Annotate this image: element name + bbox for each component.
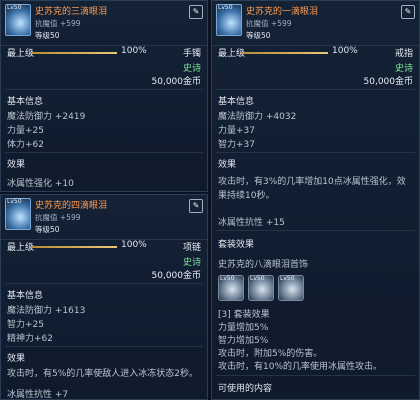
frost-tear-icon: Lv50 [5,4,31,36]
basic-info-title: 基本信息 [218,97,255,107]
set-slot-level: Lv50 [250,275,265,282]
item-type: 戒指 [394,49,413,59]
max-level-label: 最上级 [7,49,35,59]
stat-line: 力量+37 [218,126,255,136]
set-slot-level: Lv50 [220,275,235,282]
item-rarity: 史诗 [182,258,201,268]
level-row: 最上级 100% 戒指 [212,46,419,60]
item-header: Lv50 史苏克的一滴眼泪 抗魔值 +599 等级50 ✎ [212,1,419,46]
item-grade: 等级50 [35,31,60,40]
set-slot-icon[interactable]: Lv50 [248,275,274,301]
level-row: 最上级 100% 项链 [1,240,207,254]
item-price: 50,000金币 [363,77,414,87]
item-name: 史苏克的一滴眼泪 [246,7,319,17]
divider [216,152,415,153]
max-level-label: 最上级 [7,243,35,253]
max-level-percent: 100% [121,46,147,56]
level-progress-fill [31,246,117,248]
set-effect-line: 攻击时，附加5%的伤害。 [218,349,323,359]
level-row: 最上级 100% 手镯 [1,46,207,60]
basic-info-title: 基本信息 [7,291,44,301]
max-level-label: 最上级 [218,49,246,59]
set-effect-line: 攻击时，有10%的几率使用冰属性攻击。 [218,362,383,372]
tooltip-bracelet: Lv50 史苏克的三滴眼泪 抗魔值 +599 等级50 ✎ 最上级 100% 手… [0,0,208,192]
basic-info-title: 基本信息 [7,97,44,107]
compare-icon[interactable]: ✎ [401,5,415,19]
level-progress-fill [242,52,328,54]
divider [216,375,415,376]
item-stat: 抗魔值 +599 [35,19,81,28]
stat-line: 体力+62 [7,140,44,150]
stat-line: 力量+25 [7,126,44,136]
item-name: 史苏克的四滴眼泪 [35,201,108,211]
item-level-tag: Lv50 [7,4,22,11]
frost-tear-icon: Lv50 [5,198,31,230]
compare-icon[interactable]: ✎ [189,199,203,213]
effect-title: 效果 [7,160,26,170]
stat-line: 魔法防御力 +1613 [7,306,86,316]
item-rarity: 史诗 [394,64,413,74]
item-header: Lv50 史苏克的四滴眼泪 抗魔值 +599 等级50 ✎ [1,195,207,240]
max-level-percent: 100% [121,240,147,250]
usable-content-title: 可使用的内容 [218,384,273,394]
frost-tear-icon: Lv50 [216,4,242,36]
divider [216,89,415,90]
item-header: Lv50 史苏克的三滴眼泪 抗魔值 +599 等级50 ✎ [1,1,207,46]
level-progress-bar [31,246,117,248]
set-effect-line: 力量增加5% [218,323,269,333]
set-effect-line: 智力增加5% [218,336,269,346]
divider [216,230,415,231]
level-progress-fill [31,52,117,54]
item-type: 手镯 [182,49,201,59]
effect-extra: 冰属性抗性 +15 [218,218,285,228]
item-price: 50,000金币 [151,77,202,87]
tooltip-collage: Lv50 史苏克的三滴眼泪 抗魔值 +599 等级50 ✎ 最上级 100% 手… [0,0,420,400]
level-progress-bar [242,52,328,54]
stat-line: 智力+37 [218,140,255,150]
tooltip-ring: Lv50 史苏克的一滴眼泪 抗魔值 +599 等级50 ✎ 最上级 100% 戒… [211,0,420,400]
item-grade: 等级50 [246,31,271,40]
effect-extra: 冰属性抗性 +7 [7,390,69,400]
set-slot-level: Lv50 [280,275,295,282]
set-effect-line: [3] 套装效果 [218,310,270,320]
item-type: 项链 [182,243,201,253]
stat-line: 精神力+62 [7,334,53,344]
item-level-tag: Lv50 [218,4,233,11]
stat-line: 智力+25 [7,320,44,330]
compare-icon[interactable]: ✎ [189,5,203,19]
divider [5,283,203,284]
effect-title: 效果 [218,160,237,170]
item-level-tag: Lv50 [7,198,22,205]
divider [5,346,203,347]
set-name: 史苏克的八滴眼泪首饰 [218,260,309,270]
item-rarity: 史诗 [182,64,201,74]
stat-line: 魔法防御力 +2419 [7,112,86,122]
divider [5,89,203,90]
set-effect-title: 套装效果 [218,240,255,250]
tooltip-necklace: Lv50 史苏克的四滴眼泪 抗魔值 +599 等级50 ✎ 最上级 100% 项… [0,194,208,400]
item-stat: 抗魔值 +599 [35,213,81,222]
set-slot-icon[interactable]: Lv50 [218,275,244,301]
item-stat: 抗魔值 +599 [246,19,292,28]
stat-line: 魔法防御力 +4032 [218,112,297,122]
item-grade: 等级50 [35,225,60,234]
max-level-percent: 100% [332,46,358,56]
item-name: 史苏克的三滴眼泪 [35,7,108,17]
effect-title: 效果 [7,354,26,364]
effect-line: 冰属性强化 +10 [7,179,74,189]
effect-description: 攻击时，有3%的几率增加10点冰属性强化，效果持续10秒。 [218,177,406,201]
level-progress-bar [31,52,117,54]
set-slot-icon[interactable]: Lv50 [278,275,304,301]
effect-description: 攻击时，有5%的几率使敌人进入冰冻状态2秒。 [7,369,199,379]
divider [5,152,203,153]
item-price: 50,000金币 [151,271,202,281]
